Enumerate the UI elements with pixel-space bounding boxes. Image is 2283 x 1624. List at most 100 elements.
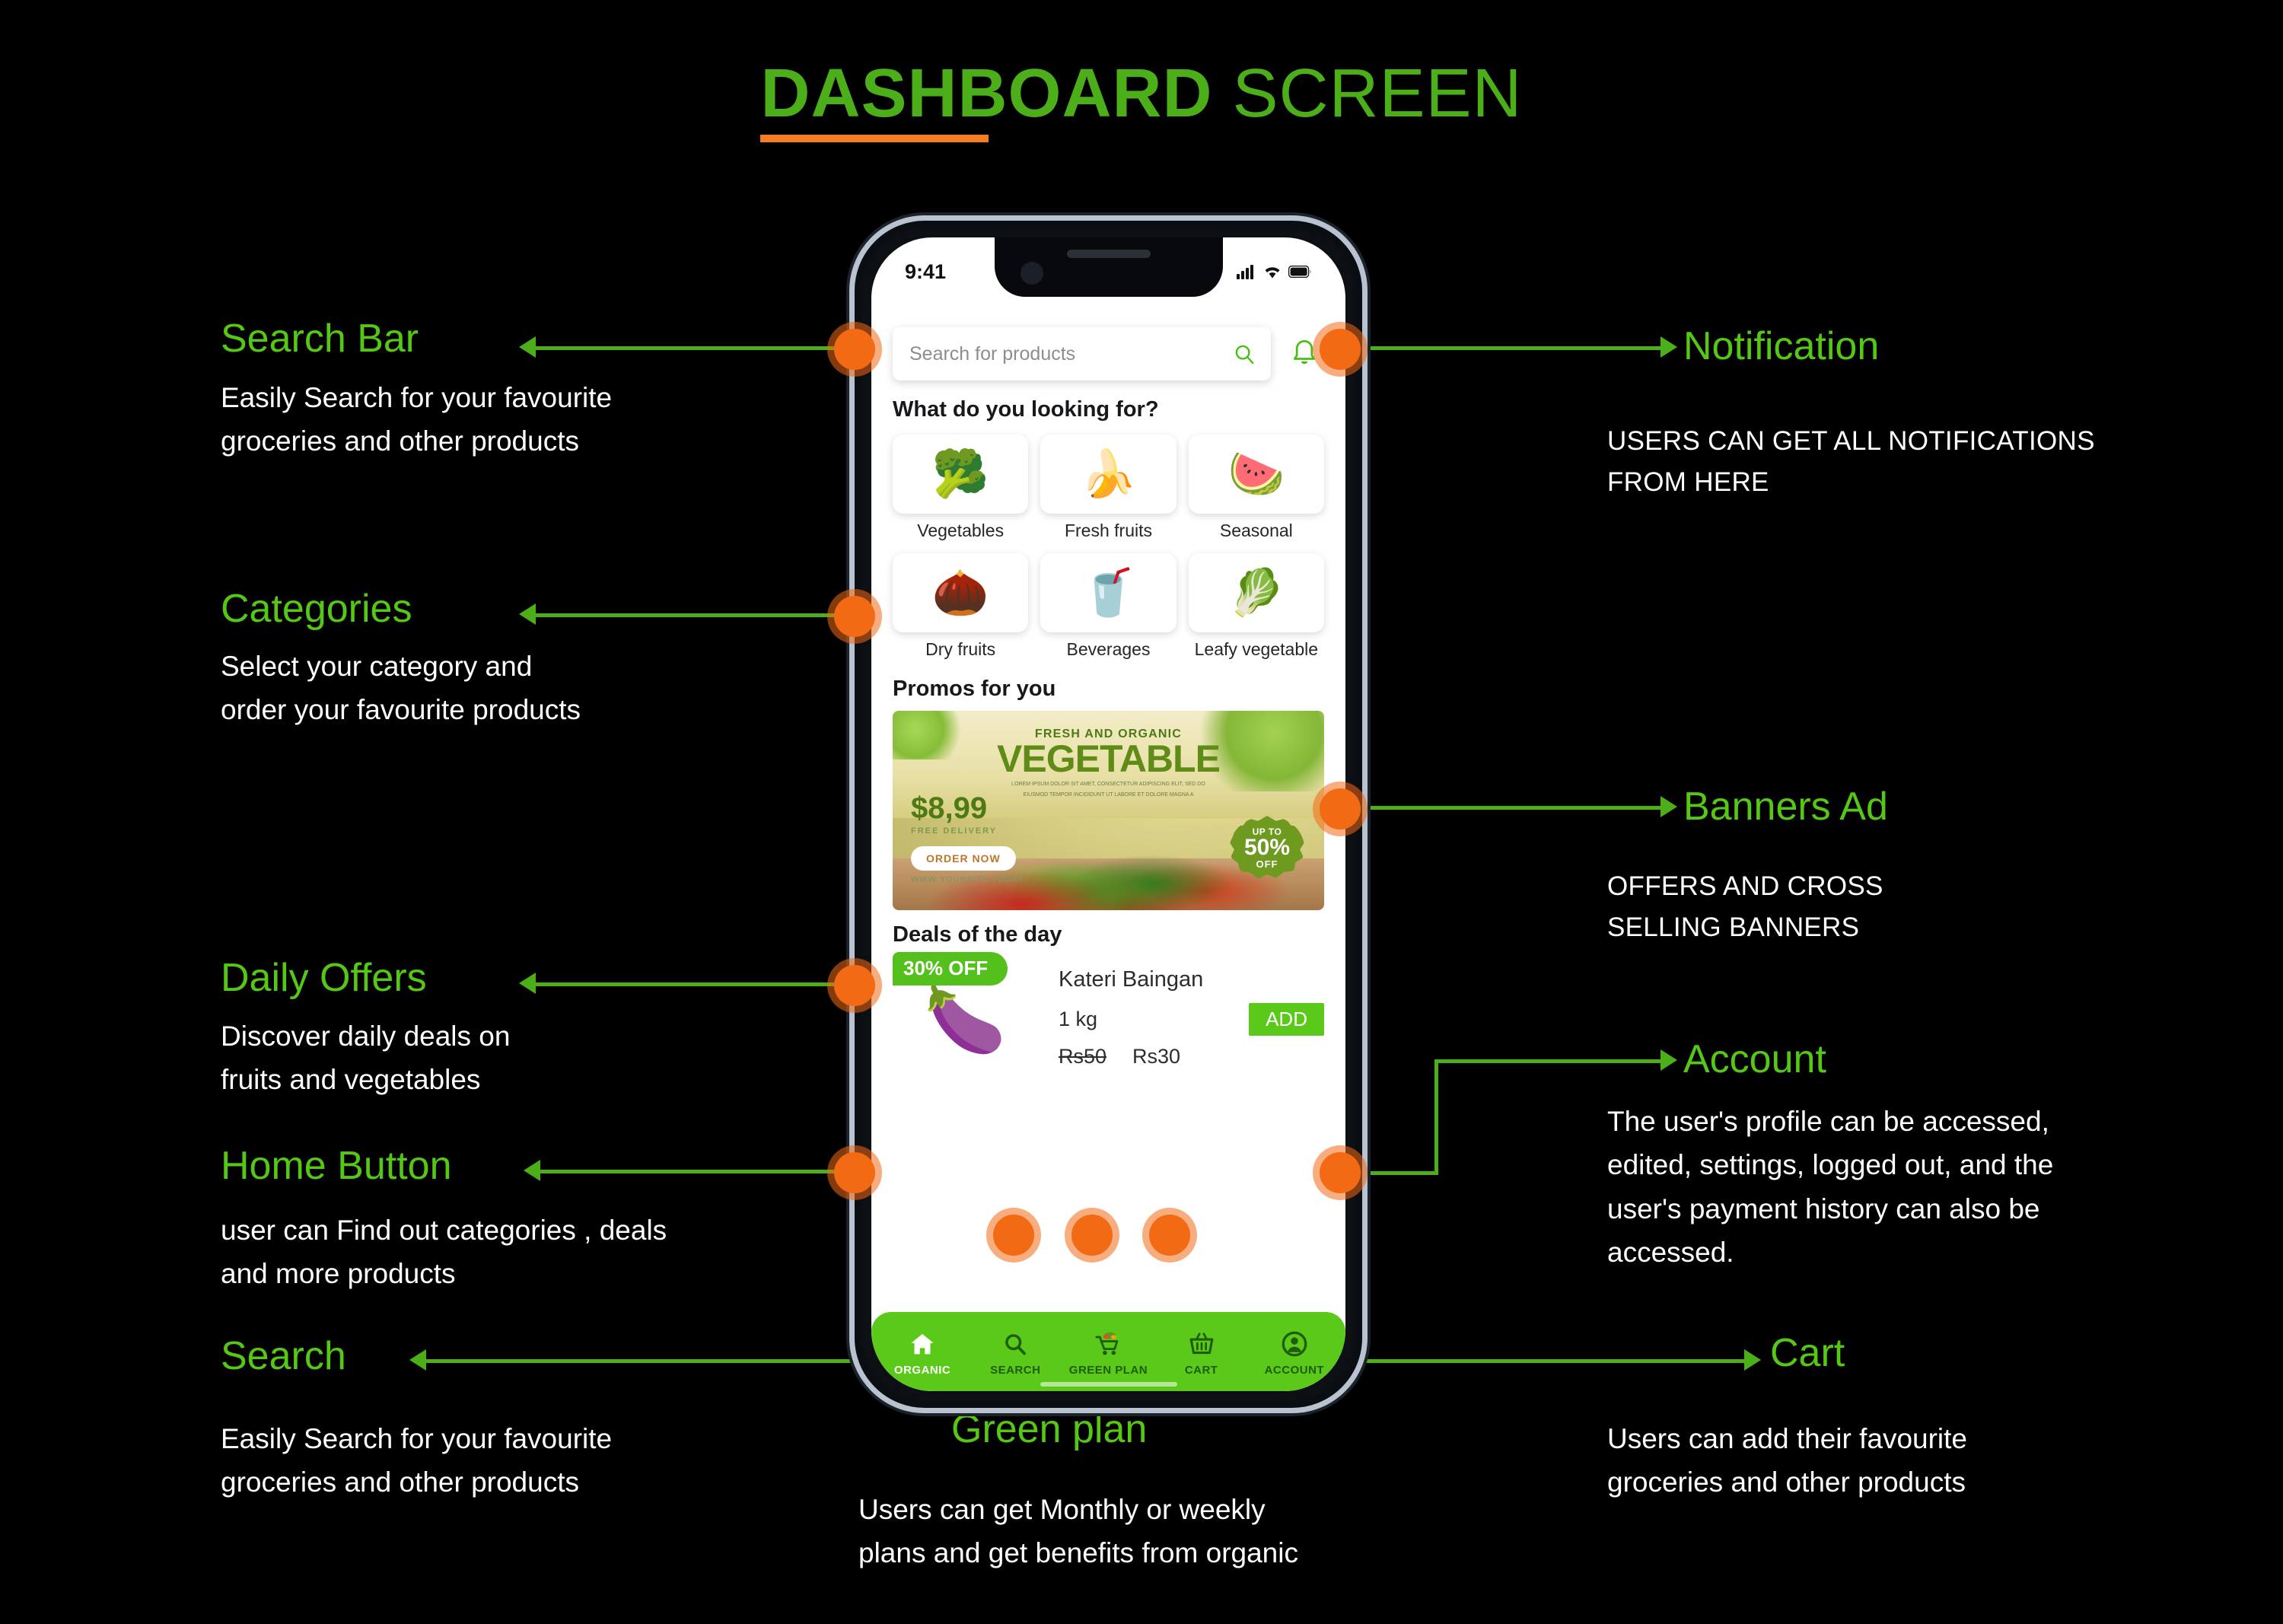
walnut-icon: 🌰 — [893, 553, 1029, 632]
user-avatar-icon — [1282, 1327, 1307, 1361]
status-time: 9:41 — [905, 260, 947, 283]
tab-label: ORGANIC — [893, 1363, 951, 1377]
annotation-desc-line: The user's profile can be accessed, — [1607, 1106, 2049, 1137]
deal-quantity: 1 kg — [1059, 1008, 1098, 1030]
phone-screen: 9:41 Search for products What do you loo… — [871, 237, 1345, 1391]
annotation-desc-banners-ad: OFFERS AND CROSS SELLING BANNERS — [1607, 866, 2231, 949]
annotation-label-home-button: Home Button — [221, 1144, 452, 1188]
connector-notification-arrow — [1661, 336, 1677, 358]
lettuce-leaf-icon: 🥬 — [1188, 553, 1324, 632]
hotspot-banner-ad[interactable] — [1320, 788, 1361, 830]
annotation-desc-line: USERS CAN GET ALL NOTIFICATIONS — [1607, 426, 2095, 456]
annotation-label-account: Account — [1683, 1037, 1826, 1081]
hotspot-home-button[interactable] — [834, 1152, 875, 1193]
hotspot-notification[interactable] — [1320, 329, 1361, 370]
connector-account-h2 — [1434, 1059, 1663, 1063]
annotation-label-banners-ad: Banners Ad — [1683, 785, 1888, 829]
category-label: Fresh fruits — [1064, 521, 1152, 540]
annotation-label-search-bar: Search Bar — [221, 317, 419, 361]
badge-value: 50% — [1243, 834, 1291, 860]
tab-label: SEARCH — [990, 1363, 1041, 1377]
battery-icon — [1288, 266, 1311, 278]
deal-info: Kateri Baingan 1 kg ADD Rs50 Rs30 — [1037, 954, 1324, 1068]
search-row: Search for products — [871, 295, 1345, 381]
category-item-dry-fruits[interactable]: 🌰 Dry fruits — [893, 553, 1029, 660]
annotation-desc-line: Easily Search for your favourite — [221, 1423, 613, 1454]
bottom-navigation-bar: ORGANIC SEARCH GREEN PLAN CART ACCOUNT — [871, 1312, 1345, 1391]
promos-section-title: Promos for you — [893, 677, 1056, 701]
leaf-decoration-icon — [893, 711, 970, 759]
annotation-desc-account: The user's profile can be accessed, edit… — [1607, 1100, 2239, 1274]
phone-notch — [994, 237, 1223, 297]
hotspot-search-tab[interactable] — [993, 1215, 1034, 1256]
tab-green-plan[interactable]: GREEN PLAN — [1064, 1327, 1152, 1377]
annotation-label-search: Search — [221, 1334, 346, 1378]
category-item-beverages[interactable]: 🥤 Beverages — [1040, 553, 1177, 660]
tab-organic[interactable]: ORGANIC — [878, 1327, 966, 1377]
hotspot-search-bar[interactable] — [834, 329, 875, 370]
connector-daily-offers-arrow — [519, 973, 536, 994]
category-item-fresh-fruits[interactable]: 🍌 Fresh fruits — [1040, 435, 1177, 541]
page-title: DASHBOARD SCREEN — [0, 55, 2283, 142]
tab-label: CART — [1184, 1363, 1218, 1377]
tab-account[interactable]: ACCOUNT — [1250, 1327, 1339, 1377]
annotation-label-cart: Cart — [1770, 1331, 1845, 1375]
category-item-vegetables[interactable]: 🥦 Vegetables — [893, 435, 1029, 541]
broccoli-carrot-icon: 🥦 — [893, 435, 1029, 514]
search-placeholder: Search for products — [909, 342, 1076, 365]
category-label: Leafy vegetable — [1194, 639, 1319, 659]
annotation-desc-search-bar: Easily Search for your favourite groceri… — [221, 376, 753, 463]
connector-notification — [1359, 346, 1664, 350]
hotspot-account-tab[interactable] — [1320, 1152, 1361, 1193]
connector-cart-arrow — [1744, 1349, 1761, 1371]
annotation-desc-line: FROM HERE — [1607, 467, 1769, 498]
connector-home-button-arrow — [524, 1160, 540, 1181]
category-label: Beverages — [1066, 639, 1151, 659]
connector-search-arrow — [409, 1349, 426, 1371]
category-item-leafy-vegetable[interactable]: 🥬 Leafy vegetable — [1188, 553, 1324, 660]
tab-search[interactable]: SEARCH — [971, 1327, 1059, 1377]
annotation-desc-home-button: user can Find out categories , deals and… — [221, 1208, 799, 1296]
annotation-desc-cart: Users can add their favourite groceries … — [1607, 1417, 2231, 1505]
hotspot-daily-offers[interactable] — [834, 965, 875, 1006]
annotation-desc-categories: Select your category and order your favo… — [221, 645, 753, 732]
notification-bell-button[interactable] — [1285, 338, 1324, 370]
deal-price-row: Rs50 Rs30 — [1059, 1045, 1324, 1068]
hotspot-categories[interactable] — [834, 596, 875, 637]
hotspot-cart-tab[interactable] — [1149, 1215, 1190, 1256]
add-to-cart-button[interactable]: ADD — [1249, 1003, 1324, 1036]
deal-product-name: Kateri Baingan — [1059, 967, 1204, 992]
connector-search-bar-arrow — [519, 336, 536, 358]
connector-search-bar — [533, 346, 852, 350]
annotation-desc-line: groceries and other products — [221, 1466, 579, 1498]
deals-section: Deals of the day 30% OFF 🍆 Kateri Bainga… — [871, 910, 1345, 1068]
magnifier-icon[interactable] — [1233, 342, 1256, 365]
connector-daily-offers — [533, 982, 852, 986]
banner-order-now-button[interactable]: ORDER NOW — [911, 846, 1016, 871]
annotation-desc-green-plan: Users can get Monthly or weekly plans an… — [858, 1488, 1543, 1575]
annotation-desc-line: OFFERS AND CROSS — [1607, 871, 1883, 901]
tab-cart[interactable]: CART — [1157, 1327, 1246, 1377]
annotation-desc-notification: USERS CAN GET ALL NOTIFICATIONS FROM HER… — [1607, 421, 2231, 504]
annotation-desc-line: order your favourite products — [221, 694, 581, 726]
hotspot-green-plan-tab[interactable] — [1071, 1215, 1113, 1256]
connector-categories-arrow — [519, 603, 536, 625]
wifi-icon — [1265, 266, 1280, 278]
deal-price-original: Rs50 — [1059, 1045, 1107, 1068]
connector-banner-ad — [1359, 806, 1664, 810]
notification-bell-icon[interactable] — [1290, 338, 1319, 370]
annotation-desc-line: plans and get benefits from organic — [858, 1537, 1298, 1569]
tab-label: ACCOUNT — [1264, 1363, 1325, 1377]
home-icon — [909, 1327, 935, 1361]
promo-banner[interactable]: FRESH AND ORGANIC VEGETABLE LOREM IPSUM … — [893, 711, 1324, 910]
shopping-cart-icon — [1094, 1327, 1122, 1361]
page-title-strong: DASHBOARD — [760, 56, 1212, 142]
front-camera-icon — [1020, 262, 1043, 285]
annotation-desc-line: Select your category and — [221, 651, 533, 682]
deals-section-title: Deals of the day — [893, 922, 1062, 947]
magnifier-icon — [1003, 1327, 1027, 1361]
deal-card[interactable]: 30% OFF 🍆 Kateri Baingan 1 kg ADD Rs50 R… — [893, 952, 1324, 1068]
annotation-desc-line: Users can get Monthly or weekly — [858, 1494, 1266, 1525]
category-item-seasonal[interactable]: 🍉 Seasonal — [1188, 435, 1324, 541]
search-input[interactable]: Search for products — [893, 327, 1271, 381]
